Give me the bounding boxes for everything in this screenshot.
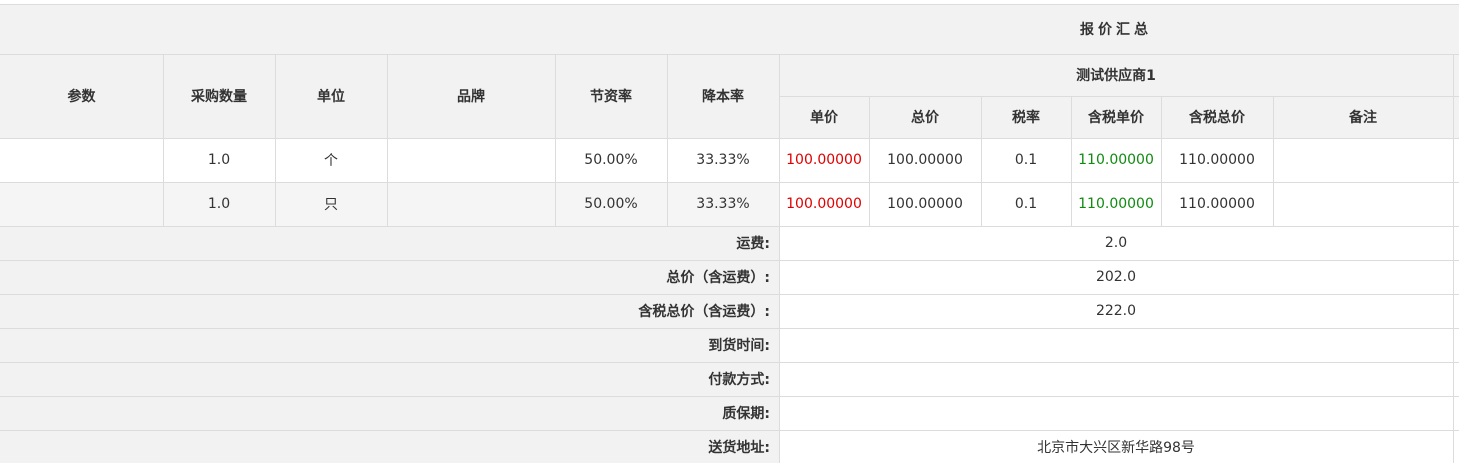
col-cost-reduction-rate: 降本率 (702, 89, 744, 105)
col-saving-rate: 节资率 (590, 89, 632, 105)
tax-unit-price-cell: 110.00000 (1078, 152, 1154, 168)
brand-cell (387, 138, 555, 182)
saving-rate-cell: 50.00% (584, 152, 638, 168)
col-brand: 品牌 (457, 89, 485, 105)
unit-price-cell: 100.00000 (786, 152, 862, 168)
tax-rate-cell: 0.1 (1014, 152, 1038, 168)
col-unit: 单位 (317, 89, 345, 105)
unit-cell: 只 (324, 197, 338, 213)
col-total-price: 总价 (911, 110, 939, 126)
tax-total-price-cell: 110.00000 (1179, 196, 1255, 212)
total-with-freight-label: 总价（含运费）: (666, 270, 770, 286)
col-tax-unit-price: 含税单价 (1088, 110, 1144, 126)
tax-total-with-freight-value: 222.0 (1095, 303, 1137, 319)
freight-value: 2.0 (1104, 235, 1128, 251)
col-quantity: 采购数量 (191, 89, 247, 105)
col-tax-total-price: 含税总价 (1189, 110, 1245, 126)
cost-reduction-rate-cell: 33.33% (696, 152, 750, 168)
col-unit-price: 单价 (810, 110, 838, 126)
warranty-label: 质保期: (722, 406, 770, 422)
summary-title: 报价汇总 (1080, 22, 1152, 38)
tax-rate-cell: 0.1 (1014, 196, 1038, 212)
remark-cell (1273, 182, 1453, 226)
col-param: 参数 (67, 89, 96, 105)
saving-rate-cell: 50.00% (584, 196, 638, 212)
freight-label: 运费: (736, 236, 770, 252)
payment-method-label: 付款方式: (708, 372, 770, 388)
supplier-name: 测试供应商1 (1076, 68, 1156, 84)
delivery-time-label: 到货时间: (708, 338, 770, 354)
delivery-time-value (779, 328, 1453, 362)
total-price-cell: 100.00000 (887, 152, 963, 168)
delivery-address-value: 北京市大兴区新华路98号 (1037, 439, 1195, 456)
param-cell (0, 182, 163, 226)
unit-cell: 个 (324, 153, 338, 169)
brand-cell (387, 182, 555, 226)
quantity-cell: 1.0 (207, 152, 231, 168)
col-remark: 备注 (1349, 110, 1377, 126)
tax-total-with-freight-label: 含税总价（含运费）: (638, 304, 770, 320)
total-price-cell: 100.00000 (887, 196, 963, 212)
total-with-freight-value: 202.0 (1095, 269, 1137, 285)
quote-summary-table: 报价汇总 参数 采购数量 单位 品牌 节资率 降本率 测试供应商1 单价 总价 … (0, 0, 1459, 463)
cost-reduction-rate-cell: 33.33% (696, 196, 750, 212)
param-cell (0, 138, 163, 182)
remark-cell (1273, 138, 1453, 182)
payment-method-value (779, 362, 1453, 396)
delivery-address-label: 送货地址: (708, 439, 770, 456)
unit-price-cell: 100.00000 (786, 196, 862, 212)
col-tax-rate: 税率 (1012, 110, 1040, 126)
tax-total-price-cell: 110.00000 (1179, 152, 1255, 168)
quantity-cell: 1.0 (207, 196, 231, 212)
tax-unit-price-cell: 110.00000 (1078, 196, 1154, 212)
warranty-value (779, 396, 1453, 430)
